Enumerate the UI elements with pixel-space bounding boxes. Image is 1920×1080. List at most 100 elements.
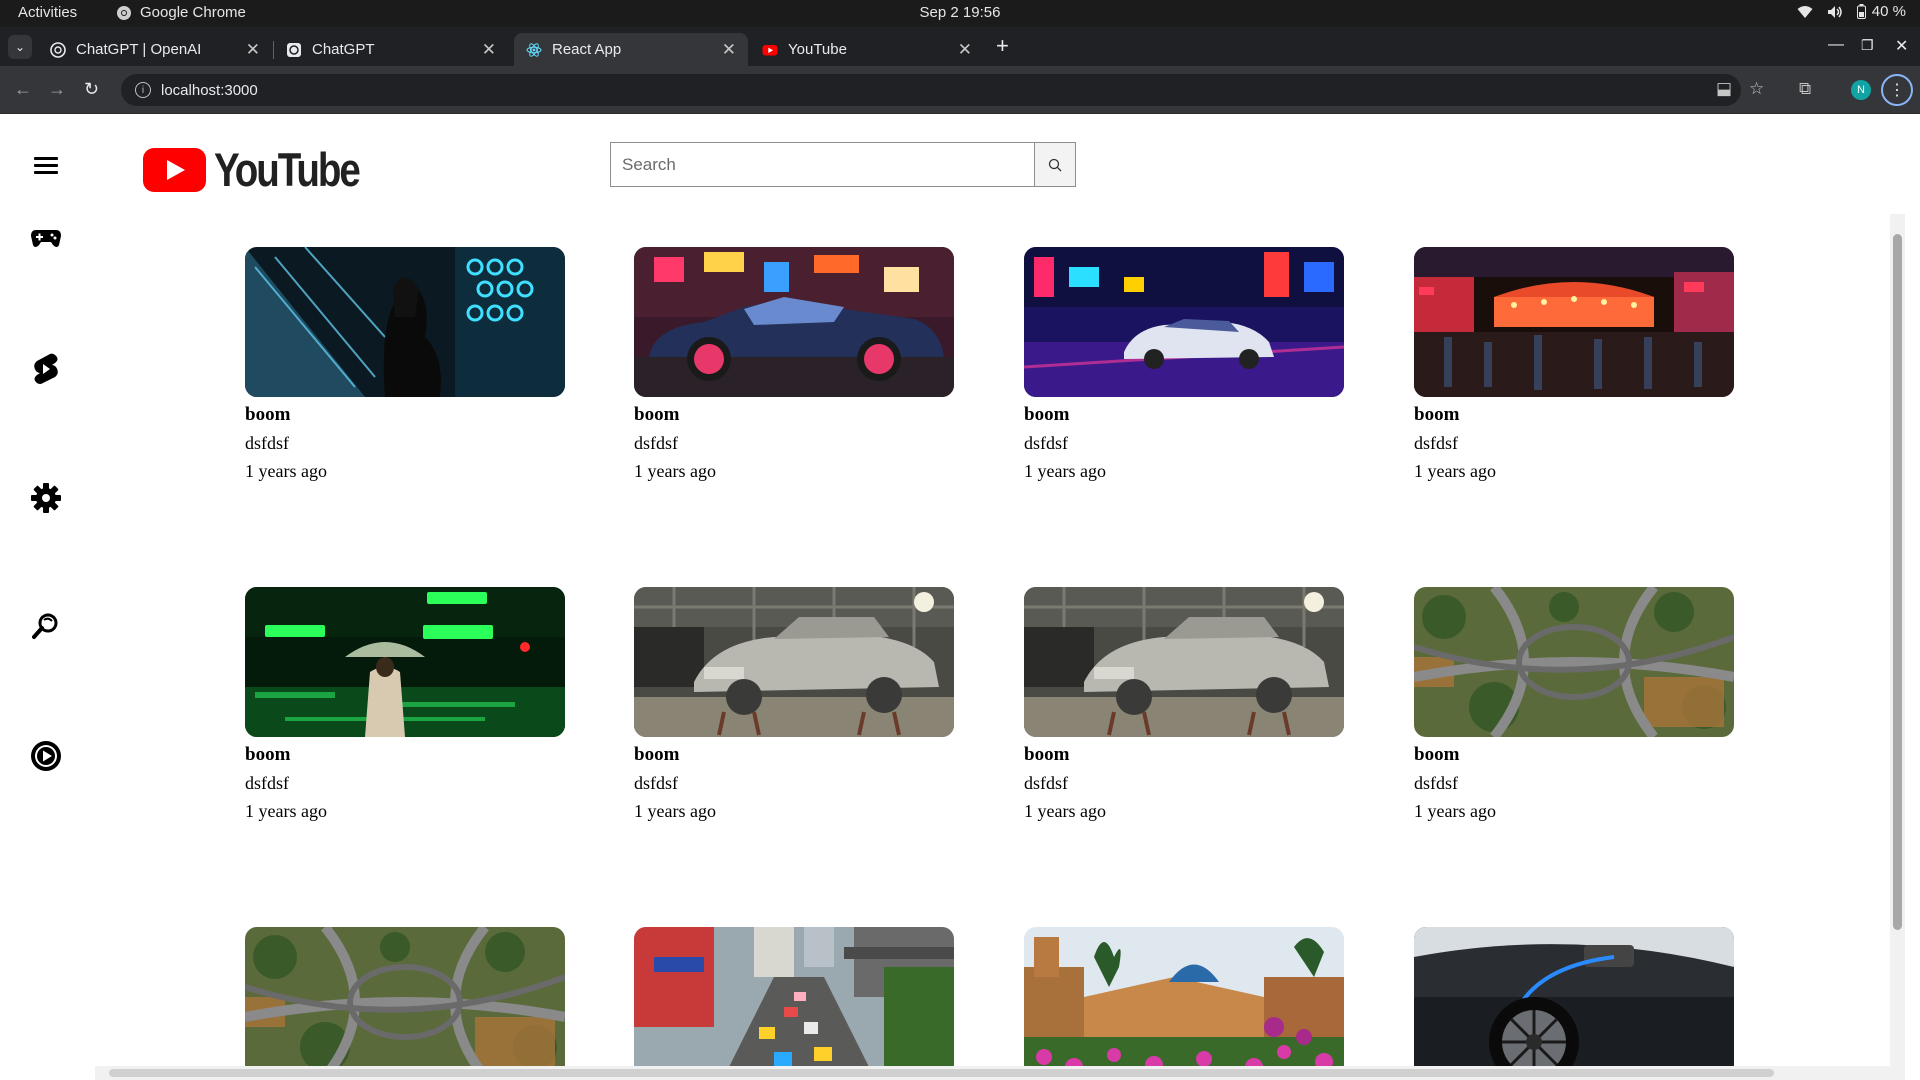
video-channel[interactable]: dsfdsf xyxy=(245,433,565,454)
close-tab-icon[interactable]: ✕ xyxy=(482,40,496,60)
battery-icon xyxy=(1856,4,1866,19)
restore-window-icon[interactable]: ❐ xyxy=(1861,37,1874,54)
openai-icon xyxy=(287,42,301,57)
back-arrow-icon[interactable]: ← xyxy=(14,79,32,100)
search-button[interactable] xyxy=(1034,142,1076,187)
video-title[interactable]: boom xyxy=(245,744,565,766)
vertical-dots-icon: ⋮ xyxy=(1889,82,1905,99)
close-window-icon[interactable]: ✕ xyxy=(1895,36,1908,56)
video-card[interactable]: boom dsfdsf 1 years ago xyxy=(1024,587,1344,822)
close-tab-icon[interactable]: ✕ xyxy=(958,40,972,60)
video-date: 1 years ago xyxy=(1414,461,1496,481)
video-thumbnail[interactable] xyxy=(1414,927,1734,1077)
video-channel[interactable]: dsfdsf xyxy=(1414,433,1734,454)
video-thumbnail[interactable] xyxy=(634,927,954,1077)
os-top-bar: Activities Google Chrome Sep 2 19:56 40 … xyxy=(0,0,1920,27)
forward-arrow-icon[interactable]: → xyxy=(48,79,66,100)
video-title[interactable]: boom xyxy=(1024,744,1344,766)
search-icon xyxy=(1048,158,1062,171)
site-info-icon[interactable]: i xyxy=(135,82,151,98)
video-card[interactable] xyxy=(1414,927,1734,1077)
video-card[interactable]: boom dsfdsf 1 years ago xyxy=(1024,247,1344,482)
video-card[interactable] xyxy=(1024,927,1344,1077)
new-tab-button[interactable]: + xyxy=(996,33,1009,59)
video-title[interactable]: boom xyxy=(1414,744,1734,766)
video-card[interactable]: boom dsfdsf 1 years ago xyxy=(634,247,954,482)
video-title[interactable]: boom xyxy=(634,744,954,766)
search-bar xyxy=(610,142,1076,187)
video-card[interactable]: boom dsfdsf 1 years ago xyxy=(634,587,954,822)
video-channel[interactable]: dsfdsf xyxy=(1414,773,1734,794)
video-title[interactable]: boom xyxy=(1024,404,1344,426)
sidebar-item-settings[interactable] xyxy=(28,480,64,516)
minimize-window-icon[interactable]: — xyxy=(1828,36,1844,54)
profile-avatar[interactable]: N xyxy=(1851,80,1871,100)
vertical-scrollbar[interactable] xyxy=(1890,214,1905,1080)
video-thumbnail[interactable] xyxy=(245,927,565,1077)
video-channel[interactable]: dsfdsf xyxy=(634,773,954,794)
video-thumbnail[interactable] xyxy=(1024,247,1344,397)
video-thumbnail[interactable] xyxy=(634,247,954,397)
youtube-logo[interactable]: YouTube xyxy=(143,142,391,197)
volume-icon xyxy=(1827,5,1842,18)
video-channel[interactable]: dsfdsf xyxy=(1024,773,1344,794)
video-card[interactable]: boom dsfdsf 1 years ago xyxy=(1414,587,1734,822)
sidebar-item-menu[interactable] xyxy=(28,147,64,183)
video-date: 1 years ago xyxy=(245,461,327,481)
video-date: 1 years ago xyxy=(1024,461,1106,481)
video-thumbnail[interactable] xyxy=(245,247,565,397)
video-title[interactable]: boom xyxy=(634,404,954,426)
sidebar-item-shorts[interactable] xyxy=(28,351,64,387)
browser-tab-strip: ⌄ ChatGPT | OpenAI ✕ ChatGPT ✕ React App… xyxy=(0,27,1920,66)
video-thumbnail[interactable] xyxy=(1024,587,1344,737)
reload-icon[interactable]: ↻ xyxy=(84,79,99,100)
tab-label: ChatGPT xyxy=(312,41,375,58)
search-input[interactable] xyxy=(610,142,1034,187)
address-bar[interactable]: i localhost:3000 xyxy=(121,74,1741,106)
video-date: 1 years ago xyxy=(245,801,327,821)
video-channel[interactable]: dsfdsf xyxy=(634,433,954,454)
vertical-scroll-thumb[interactable] xyxy=(1893,234,1902,930)
video-thumbnail[interactable] xyxy=(1414,587,1734,737)
video-thumbnail[interactable] xyxy=(1414,247,1734,397)
sidebar-item-search[interactable] xyxy=(28,608,64,644)
tab-react-app[interactable]: React App ✕ xyxy=(514,33,748,66)
video-title[interactable]: boom xyxy=(245,404,565,426)
video-card[interactable]: boom dsfdsf 1 years ago xyxy=(245,587,565,822)
youtube-play-logo-icon xyxy=(143,147,206,192)
system-tray[interactable]: 40 % xyxy=(1797,3,1906,20)
video-thumbnail[interactable] xyxy=(245,587,565,737)
extensions-puzzle-icon[interactable]: ⧉ xyxy=(1799,79,1811,99)
shorts-icon xyxy=(34,353,58,384)
react-app-page: YouTube boom dsfdsf 1 years ago boom dsfdsf 1… xyxy=(0,114,1920,1080)
video-thumbnail[interactable] xyxy=(634,587,954,737)
tab-chatgpt-openai[interactable]: ChatGPT | OpenAI ✕ xyxy=(38,33,272,66)
tab-youtube[interactable]: YouTube ✕ xyxy=(750,33,984,66)
close-tab-icon[interactable]: ✕ xyxy=(246,40,260,60)
horizontal-scrollbar[interactable] xyxy=(95,1066,1890,1080)
video-card[interactable] xyxy=(245,927,565,1077)
video-date: 1 years ago xyxy=(1414,801,1496,821)
bookmark-star-icon[interactable]: ☆ xyxy=(1749,79,1764,99)
video-card[interactable]: boom dsfdsf 1 years ago xyxy=(1414,247,1734,482)
video-title[interactable]: boom xyxy=(1414,404,1734,426)
tab-search-button[interactable]: ⌄ xyxy=(8,35,32,59)
video-card[interactable]: boom dsfdsf 1 years ago xyxy=(245,247,565,482)
react-icon xyxy=(526,42,542,57)
video-channel[interactable]: dsfdsf xyxy=(1024,433,1344,454)
horizontal-scroll-thumb[interactable] xyxy=(109,1069,1774,1077)
sidebar-item-play[interactable] xyxy=(28,738,64,774)
video-channel[interactable]: dsfdsf xyxy=(245,773,565,794)
clock[interactable]: Sep 2 19:56 xyxy=(0,4,1920,21)
browser-menu-button[interactable]: ⋮ xyxy=(1881,74,1913,106)
video-card[interactable] xyxy=(634,927,954,1077)
video-date: 1 years ago xyxy=(1024,801,1106,821)
install-app-icon[interactable]: ⬓ xyxy=(1716,79,1732,99)
wifi-icon xyxy=(1797,5,1813,18)
gamepad-icon xyxy=(31,230,61,247)
close-tab-icon[interactable]: ✕ xyxy=(722,40,736,60)
video-thumbnail[interactable] xyxy=(1024,927,1344,1077)
video-date: 1 years ago xyxy=(634,461,716,481)
sidebar-item-gaming[interactable] xyxy=(28,220,64,256)
tab-chatgpt[interactable]: ChatGPT ✕ xyxy=(274,33,508,66)
